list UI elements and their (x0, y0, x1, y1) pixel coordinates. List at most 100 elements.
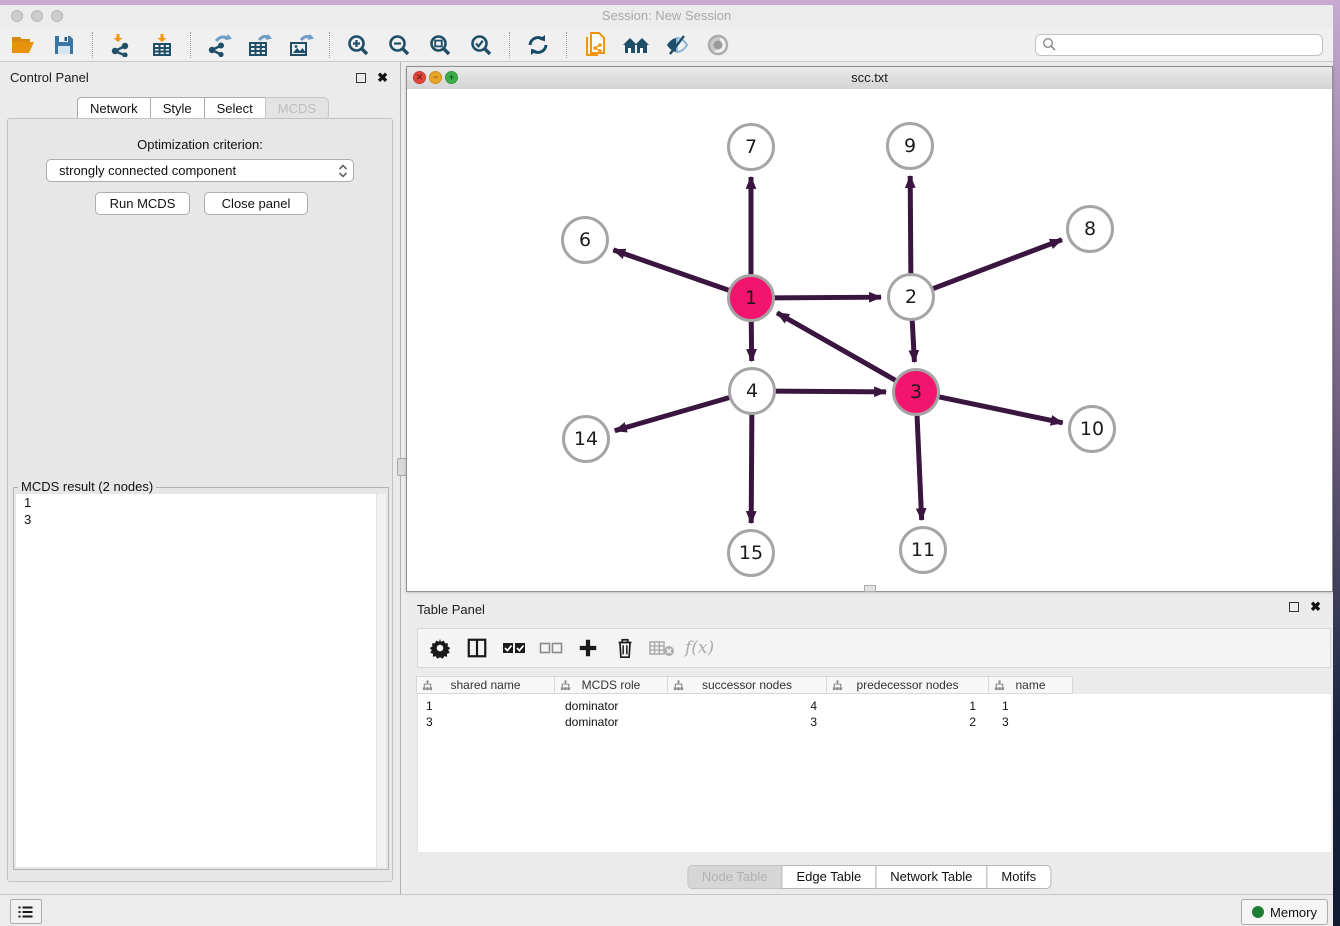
table-cell[interactable]: 1 (418, 699, 557, 713)
desktop-background-right (1333, 0, 1340, 926)
network-window: ✕ − + scc.txt 7 9 6 8 1 2 4 3 14 10 15 11 (406, 66, 1333, 592)
run-mcds-button[interactable]: Run MCDS (95, 192, 190, 215)
toolbar-separator (92, 32, 93, 58)
table-cell[interactable]: 2 (831, 715, 994, 729)
toolbar-separator (329, 32, 330, 58)
table-cell[interactable]: 3 (418, 715, 557, 729)
search-input[interactable] (1057, 35, 1322, 55)
delete-row-icon[interactable] (611, 634, 639, 662)
import-network-icon[interactable] (106, 30, 136, 60)
graph-node-3[interactable]: 3 (892, 368, 940, 416)
table-tabs: Node TableEdge TableNetwork TableMotifs (688, 865, 1051, 889)
result-line: 3 (16, 511, 386, 528)
task-history-button[interactable] (10, 899, 42, 924)
table-body[interactable]: 1dominator4113dominator323 (417, 694, 1331, 852)
toolbar-separator (566, 32, 567, 58)
tab-node-table[interactable]: Node Table (687, 865, 783, 889)
graph-node-11[interactable]: 11 (899, 526, 947, 574)
table-options-icon[interactable] (426, 634, 454, 662)
tab-motifs[interactable]: Motifs (986, 865, 1051, 889)
table-cell[interactable]: dominator (557, 699, 671, 713)
zoom-fit-icon[interactable] (425, 30, 455, 60)
graph-node-4[interactable]: 4 (728, 367, 776, 415)
add-row-icon[interactable] (574, 634, 602, 662)
list-icon (18, 905, 34, 919)
close-panel-button[interactable]: Close panel (204, 192, 308, 215)
network-window-titlebar[interactable]: ✕ − + scc.txt (407, 67, 1332, 90)
memory-button[interactable]: Memory (1241, 899, 1328, 925)
table-row[interactable]: 3dominator323 (418, 714, 1331, 730)
column-header-shared-name[interactable]: shared name (416, 676, 555, 694)
network-resize-handle[interactable] (864, 585, 876, 592)
status-bar: Memory (0, 894, 1333, 926)
screen: Session: New Session (0, 0, 1340, 926)
toolbar-separator (509, 32, 510, 58)
app-window: Session: New Session (0, 5, 1333, 926)
session-title: Session: New Session (0, 8, 1333, 23)
table-panel-float-icon[interactable] (1289, 602, 1299, 612)
result-scrollbar[interactable] (376, 494, 386, 867)
refresh-icon[interactable] (523, 30, 553, 60)
delete-table-icon[interactable] (648, 634, 676, 662)
control-panel-close-icon[interactable]: ✖ (377, 70, 388, 86)
optimization-criterion-label: Optimization criterion: (8, 137, 392, 152)
column-visibility-icon[interactable] (463, 634, 491, 662)
clone-network-icon[interactable] (580, 30, 610, 60)
graph-node-14[interactable]: 14 (562, 415, 610, 463)
hide-graphics-details-icon[interactable] (662, 30, 692, 60)
home-layout-icon[interactable] (621, 30, 651, 60)
graph-node-2[interactable]: 2 (887, 273, 935, 321)
table-cell[interactable]: 1 (994, 699, 1079, 713)
search-icon (1042, 37, 1057, 52)
table-panel-title: Table Panel (417, 602, 485, 617)
tab-edge-table[interactable]: Edge Table (781, 865, 876, 889)
graph-node-15[interactable]: 15 (727, 529, 775, 577)
graph-node-10[interactable]: 10 (1068, 405, 1116, 453)
import-table-icon[interactable] (147, 30, 177, 60)
mcds-result-list[interactable]: 13 (16, 494, 386, 867)
table-header: shared nameMCDS rolesuccessor nodesprede… (417, 676, 1073, 694)
graph-node-9[interactable]: 9 (886, 122, 934, 170)
table-cell[interactable]: 1 (831, 699, 994, 713)
function-builder-icon[interactable]: f(x) (685, 638, 714, 658)
zoom-selected-icon[interactable] (466, 30, 496, 60)
show-graphics-details-icon[interactable] (703, 30, 733, 60)
memory-status-icon (1252, 906, 1264, 918)
zoom-out-icon[interactable] (384, 30, 414, 60)
zoom-in-icon[interactable] (343, 30, 373, 60)
column-header-MCDS-role[interactable]: MCDS role (554, 676, 668, 694)
column-header-name[interactable]: name (988, 676, 1073, 694)
table-cell[interactable]: 3 (671, 715, 831, 729)
table-panel: Table Panel ✖ (406, 594, 1333, 894)
mcds-panel: Optimization criterion: strongly connect… (7, 118, 393, 882)
table-row[interactable]: 1dominator411 (418, 698, 1331, 714)
table-panel-close-icon[interactable]: ✖ (1310, 599, 1321, 615)
graph-node-7[interactable]: 7 (727, 123, 775, 171)
graph-node-6[interactable]: 6 (561, 216, 609, 264)
criterion-selected-value: strongly connected component (47, 163, 333, 178)
column-header-predecessor-nodes[interactable]: predecessor nodes (826, 676, 989, 694)
open-session-icon[interactable] (8, 30, 38, 60)
criterion-select[interactable]: strongly connected component (46, 159, 354, 182)
table-cell[interactable]: 3 (994, 715, 1079, 729)
graph-node-1[interactable]: 1 (727, 274, 775, 322)
select-stepper-icon (333, 164, 353, 178)
table-cell[interactable]: dominator (557, 715, 671, 729)
result-line: 1 (16, 494, 386, 511)
column-header-successor-nodes[interactable]: successor nodes (667, 676, 827, 694)
table-toolbar: f(x) (417, 628, 1331, 668)
graph-node-8[interactable]: 8 (1066, 205, 1114, 253)
export-image-icon[interactable] (286, 30, 316, 60)
tab-network-table[interactable]: Network Table (875, 865, 987, 889)
search-box[interactable] (1035, 34, 1323, 56)
titlebar: Session: New Session (0, 5, 1333, 29)
control-panel: Control Panel ✖ NetworkStyleSelectMCDS O… (0, 62, 400, 894)
network-canvas[interactable]: 7 9 6 8 1 2 4 3 14 10 15 11 (407, 89, 1332, 591)
save-session-icon[interactable] (49, 30, 79, 60)
control-panel-float-icon[interactable] (356, 73, 366, 83)
select-all-icon[interactable] (500, 634, 528, 662)
export-network-icon[interactable] (204, 30, 234, 60)
deselect-all-icon[interactable] (537, 634, 565, 662)
table-cell[interactable]: 4 (671, 699, 831, 713)
export-table-icon[interactable] (245, 30, 275, 60)
